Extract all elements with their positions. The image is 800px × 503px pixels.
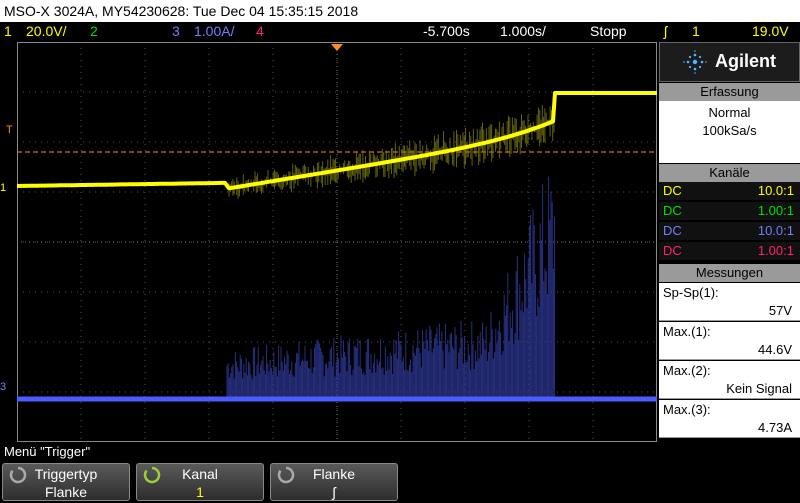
horizontal-delay[interactable]: -5.700s — [423, 23, 470, 39]
measurement-item[interactable]: Max.(3): 4.73A — [659, 400, 800, 438]
waveform-svg — [17, 42, 657, 442]
measurement-label: Max.(2): — [663, 363, 711, 378]
side-panel: Agilent Erfassung Normal 100kSa/s Kanäle… — [659, 42, 800, 442]
softkey-title: Triggertyp — [34, 466, 98, 482]
brand-name: Agilent — [715, 51, 776, 71]
menu-title: Menü "Trigger" — [4, 444, 91, 459]
softkey-1[interactable]: Triggertyp Flanke — [2, 463, 130, 501]
waveform-display[interactable] — [17, 42, 657, 442]
trigger-source[interactable]: 1 — [692, 23, 700, 39]
ch3-ground-marker[interactable]: 3 — [0, 381, 6, 393]
ch1-number[interactable]: 1 — [4, 23, 12, 39]
measurement-item[interactable]: Sp-Sp(1): 57V — [659, 283, 800, 321]
measurement-value: Kein Signal — [726, 381, 792, 396]
channel-coupling: DC — [663, 203, 682, 218]
measurement-value: 4.73A — [758, 420, 792, 435]
ch1-scale[interactable]: 20.0V/ — [26, 23, 66, 39]
erfassung-heading: Erfassung — [659, 83, 800, 101]
measurement-item[interactable]: Max.(2): Kein Signal — [659, 361, 800, 399]
timebase[interactable]: 1.000s/ — [500, 23, 546, 39]
window-title: MSO-X 3024A, MY54230628: Tue Dec 04 15:3… — [0, 0, 800, 22]
measurement-value: 44.6V — [758, 342, 792, 357]
channel-row-4[interactable]: DC 1.00:1 — [659, 242, 800, 260]
channel-coupling: DC — [663, 243, 682, 258]
softkey-3[interactable]: Flanke ʃ — [270, 463, 398, 501]
run-state[interactable]: Stopp — [590, 23, 627, 39]
softkey-value: Flanke — [44, 484, 88, 500]
channel-coupling: DC — [663, 223, 682, 238]
status-bar: 1 20.0V/ 2 3 1.00A/ 4 -5.700s 1.000s/ St… — [0, 22, 800, 42]
softkey-title: Kanal — [182, 466, 218, 482]
messungen-heading: Messungen — [659, 264, 800, 282]
channel-row-1[interactable]: DC 10.0:1 — [659, 182, 800, 200]
ch3-scale[interactable]: 1.00A/ — [194, 23, 234, 39]
acquisition-mode: Normal — [708, 105, 751, 120]
channel-row-3[interactable]: DC 10.0:1 — [659, 222, 800, 240]
probe-ratio: 10.0:1 — [757, 223, 794, 238]
brand-logo: Agilent — [659, 42, 800, 82]
softkey-2[interactable]: Kanal 1 — [136, 463, 264, 501]
measurement-label: Max.(1): — [663, 324, 711, 339]
measurement-item[interactable]: Max.(1): 44.6V — [659, 322, 800, 360]
channel-markers: T 1 3 — [0, 42, 17, 442]
edge-trigger-icon: ʃ — [664, 23, 668, 39]
probe-ratio: 10.0:1 — [757, 183, 794, 198]
ch3-noise-trace — [226, 176, 556, 399]
kanaele-heading: Kanäle — [659, 164, 800, 182]
softkey-value: 1 — [196, 484, 204, 500]
channel-coupling: DC — [663, 183, 682, 198]
softkey-title: Flanke — [312, 466, 356, 482]
ch4-number[interactable]: 4 — [256, 23, 264, 39]
probe-ratio: 1.00:1 — [757, 243, 794, 258]
measurement-label: Max.(3): — [663, 402, 711, 417]
ch3-number[interactable]: 3 — [172, 23, 180, 39]
channel-row-2[interactable]: DC 1.00:1 — [659, 202, 800, 220]
trigger-level[interactable]: 19.0V — [752, 23, 789, 39]
agilent-spark-icon — [683, 50, 707, 74]
trigger-level-marker[interactable]: T — [6, 124, 13, 136]
erfassung-body[interactable]: Normal 100kSa/s — [659, 101, 800, 163]
ch1-ground-marker[interactable]: 1 — [0, 182, 6, 194]
measurement-value: 57V — [768, 303, 792, 318]
probe-ratio: 1.00:1 — [757, 203, 794, 218]
softkey-value: ʃ — [332, 484, 336, 500]
sample-rate: 100kSa/s — [702, 123, 757, 138]
measurement-label: Sp-Sp(1): — [663, 285, 719, 300]
trigger-position-marker — [331, 44, 343, 51]
ch2-number[interactable]: 2 — [90, 23, 98, 39]
